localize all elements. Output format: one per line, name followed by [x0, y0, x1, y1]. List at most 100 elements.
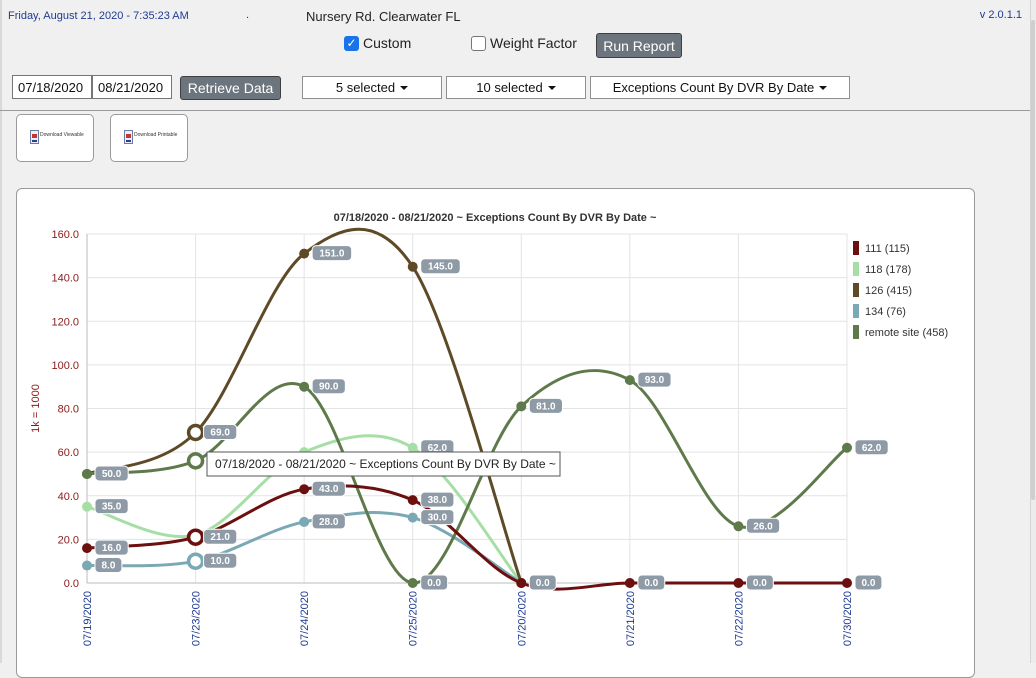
data-point: [624, 578, 635, 588]
download-printable-button[interactable]: Download Printable: [110, 114, 188, 162]
end-date-input[interactable]: 08/21/2020: [92, 75, 172, 99]
data-point: [733, 521, 744, 532]
line-chart: 07/18/2020 - 08/21/2020 ~ Exceptions Cou…: [30, 212, 948, 646]
legend-label: 111 (115): [865, 243, 910, 255]
x-tick-label: 07/24/2020: [299, 591, 311, 646]
data-label: 8.0: [101, 561, 115, 572]
data-point: [733, 578, 744, 588]
data-point: [186, 423, 205, 442]
y-axis-label: 1k = 1000: [30, 384, 42, 433]
data-label: 145.0: [428, 262, 453, 273]
x-tick-label: 07/25/2020: [408, 591, 420, 646]
x-tick-label: 07/22/2020: [733, 591, 745, 646]
data-label: 30.0: [428, 513, 448, 524]
start-date-input[interactable]: 07/18/2020: [12, 75, 92, 99]
y-tick-label: 20.0: [58, 534, 79, 546]
data-label: 93.0: [645, 375, 665, 386]
data-point: [407, 578, 418, 588]
report-type-dropdown[interactable]: Exceptions Count By DVR By Date: [590, 76, 850, 99]
x-tick-label: 07/23/2020: [191, 591, 203, 646]
data-label: 151.0: [319, 249, 344, 260]
data-label: 0.0: [536, 578, 550, 589]
data-point: [299, 516, 310, 527]
data-label: 35.0: [102, 502, 122, 513]
data-point: [516, 578, 527, 588]
scrollbar-thumb[interactable]: [1031, 20, 1035, 500]
data-point: [624, 375, 635, 386]
custom-checkbox[interactable]: [344, 35, 359, 51]
chart-panel: 07/18/2020 - 08/21/2020 ~ Exceptions Cou…: [16, 188, 975, 678]
data-label: 0.0: [861, 578, 875, 589]
data-label: 90.0: [319, 382, 339, 393]
data-point: [186, 528, 205, 546]
data-point: [299, 381, 310, 392]
data-label: 0.0: [644, 578, 658, 589]
legend-swatch: [853, 283, 859, 297]
y-tick-label: 40.0: [58, 491, 79, 503]
data-point: [82, 560, 92, 571]
data-point: [407, 512, 418, 523]
y-tick-label: 120.0: [51, 316, 79, 328]
y-tick-label: 60.0: [58, 447, 79, 459]
chevron-down-icon: [819, 85, 828, 90]
data-point: [407, 261, 418, 272]
data-label: 16.0: [102, 543, 122, 554]
dvr-select-dropdown[interactable]: 5 selected: [302, 76, 442, 99]
data-label: 50.0: [102, 469, 122, 480]
data-point: [186, 552, 205, 570]
legend-label: 134 (76): [865, 306, 906, 318]
toolbar-divider: [0, 110, 1030, 111]
data-point: [842, 578, 852, 588]
download-viewable-label: Download Viewable: [40, 132, 84, 138]
exception-select-label: 10 selected: [476, 80, 543, 95]
data-point: [516, 401, 527, 412]
custom-option[interactable]: Custom: [344, 35, 411, 51]
data-point: [82, 543, 92, 554]
x-tick-label: 07/20/2020: [516, 591, 528, 646]
download-printable-label: Download Printable: [134, 132, 178, 138]
y-tick-label: 100.0: [51, 360, 79, 372]
legend-label: 126 (415): [865, 285, 912, 297]
legend-label: 118 (178): [865, 264, 911, 276]
weight-factor-option[interactable]: Weight Factor: [471, 35, 577, 51]
data-label: 21.0: [210, 532, 230, 543]
x-tick-label: 07/21/2020: [625, 591, 637, 646]
data-point: [407, 495, 418, 506]
header-separator: .: [246, 9, 250, 21]
data-label: 26.0: [753, 521, 773, 532]
vertical-scrollbar[interactable]: [1030, 0, 1036, 663]
data-point: [407, 442, 418, 453]
y-tick-label: 160.0: [51, 229, 79, 241]
report-file-icon: [124, 130, 133, 144]
data-label: 38.0: [428, 495, 448, 506]
data-point: [82, 501, 92, 512]
report-file-icon: [30, 130, 39, 144]
weight-factor-label: Weight Factor: [490, 35, 577, 51]
download-viewable-button[interactable]: Download Viewable: [16, 114, 94, 162]
y-tick-label: 0.0: [64, 578, 79, 590]
location-name: Nursery Rd. Clearwater FL: [306, 9, 461, 24]
report-type-label: Exceptions Count By DVR By Date: [612, 80, 815, 95]
y-tick-label: 80.0: [58, 404, 79, 416]
chart-title: 07/18/2020 - 08/21/2020 ~ Exceptions Cou…: [334, 212, 657, 224]
chevron-down-icon: [547, 85, 556, 90]
window-left-border: [0, 0, 2, 663]
custom-label: Custom: [363, 35, 412, 51]
app-version: v 2.0.1.1: [979, 9, 1022, 21]
data-label: 28.0: [319, 517, 339, 528]
chevron-down-icon: [400, 85, 409, 90]
data-point: [299, 484, 310, 495]
legend-swatch: [853, 241, 859, 255]
retrieve-data-button[interactable]: Retrieve Data: [180, 76, 281, 100]
dvr-select-label: 5 selected: [335, 80, 396, 95]
data-label: 0.0: [753, 578, 767, 589]
legend-label: remote site (458): [865, 327, 948, 339]
data-label: 43.0: [319, 484, 339, 495]
weight-factor-checkbox[interactable]: [471, 35, 486, 51]
data-point: [82, 468, 92, 479]
data-point: [186, 452, 205, 470]
y-tick-label: 140.0: [51, 273, 79, 285]
legend-swatch: [853, 262, 859, 276]
exception-select-dropdown[interactable]: 10 selected: [446, 76, 586, 99]
run-report-button[interactable]: Run Report: [596, 33, 682, 58]
